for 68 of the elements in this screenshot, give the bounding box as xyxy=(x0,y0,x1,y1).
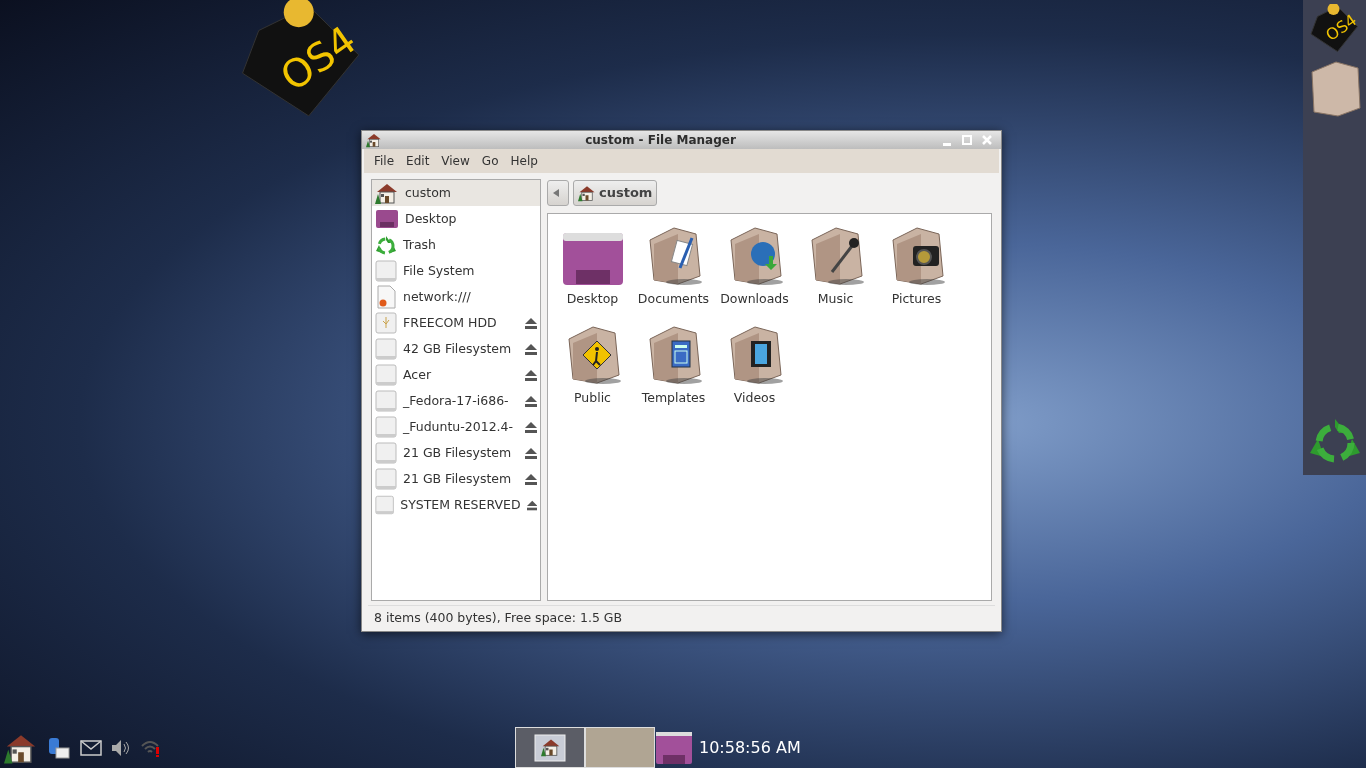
window-title: custom - File Manager xyxy=(584,132,737,149)
drive-icon xyxy=(375,468,397,490)
folder-item[interactable]: Documents xyxy=(633,222,714,321)
sidebar-item[interactable]: _Fuduntu-2012.4- xyxy=(372,414,540,440)
volume-icon[interactable] xyxy=(111,738,131,757)
mail-icon[interactable] xyxy=(80,739,102,756)
drive-icon xyxy=(375,390,397,412)
drive-icon xyxy=(375,442,397,464)
eject-icon[interactable] xyxy=(525,473,537,485)
folder-item[interactable]: Templates xyxy=(633,321,714,420)
maximize-icon xyxy=(962,135,972,145)
folder-item[interactable]: Videos xyxy=(714,321,795,420)
folder-item[interactable]: Public xyxy=(552,321,633,420)
back-button[interactable] xyxy=(547,180,569,206)
eject-icon[interactable] xyxy=(525,447,537,459)
folder-item[interactable]: Desktop xyxy=(552,222,633,321)
folder-item[interactable]: Music xyxy=(795,222,876,321)
minimize-icon xyxy=(943,142,951,146)
show-desktop-icon[interactable] xyxy=(655,730,693,765)
desktop-icon xyxy=(375,209,399,229)
menu-item[interactable]: Help xyxy=(504,151,544,171)
clock: 10:58:56 AM xyxy=(699,736,801,759)
sidebar-item[interactable]: 21 GB Filesystem xyxy=(372,466,540,492)
sidebar-item[interactable]: FREECOM HDD xyxy=(372,310,540,336)
cube-logo-icon xyxy=(1309,4,1360,54)
eject-icon[interactable] xyxy=(525,343,537,355)
sidebar-item[interactable]: SYSTEM RESERVED xyxy=(372,492,540,518)
wifi-icon[interactable] xyxy=(140,738,162,757)
usb-drive-icon xyxy=(375,312,397,334)
desktop-icon xyxy=(561,232,624,286)
eject-icon[interactable] xyxy=(525,369,537,381)
menu-item[interactable]: Go xyxy=(475,151,505,171)
folder-item[interactable]: Pictures xyxy=(876,222,957,321)
drive-icon xyxy=(375,260,397,282)
status-text: 8 items (400 bytes), Free space: 1.5 GB xyxy=(374,609,623,628)
house-icon xyxy=(375,181,399,205)
sidebar-item[interactable]: Acer xyxy=(372,362,540,388)
eject-icon[interactable] xyxy=(525,395,537,407)
taskbar-button[interactable] xyxy=(515,727,585,768)
left-arrow-icon xyxy=(552,189,560,197)
house-icon xyxy=(578,184,596,202)
sidebar-item[interactable]: 42 GB Filesystem xyxy=(372,336,540,362)
clipboard-icon[interactable] xyxy=(47,735,71,760)
logo-text: OS4 xyxy=(273,19,362,98)
sidebar-item[interactable]: Desktop xyxy=(372,206,540,232)
sidebar-item[interactable]: _Fedora-17-i686- xyxy=(372,388,540,414)
menu-item[interactable]: View xyxy=(435,151,476,171)
logo-text: OS4 xyxy=(1322,12,1360,44)
path-button[interactable]: custom xyxy=(573,180,658,206)
menu-item[interactable]: File xyxy=(368,151,401,171)
eject-icon[interactable] xyxy=(526,499,537,511)
sidebar-item[interactable]: Trash xyxy=(372,232,540,258)
eject-icon[interactable] xyxy=(525,421,537,433)
menu-item[interactable]: Edit xyxy=(400,151,436,171)
sidebar-item[interactable]: network:/// xyxy=(372,284,540,310)
network-document-icon xyxy=(375,285,397,309)
drive-icon xyxy=(375,494,395,516)
drive-icon xyxy=(375,416,397,438)
drive-icon xyxy=(375,364,397,386)
folder-item[interactable]: Downloads xyxy=(714,222,795,321)
recycle-icon xyxy=(375,234,397,256)
drive-icon xyxy=(375,338,397,360)
sidebar-item[interactable]: File System xyxy=(372,258,540,284)
sidebar-item[interactable]: 21 GB Filesystem xyxy=(372,440,540,466)
eject-icon[interactable] xyxy=(525,317,537,329)
close-icon xyxy=(982,135,992,145)
sidebar-item[interactable]: custom xyxy=(372,180,540,206)
window-thumbnail-icon xyxy=(534,733,566,762)
